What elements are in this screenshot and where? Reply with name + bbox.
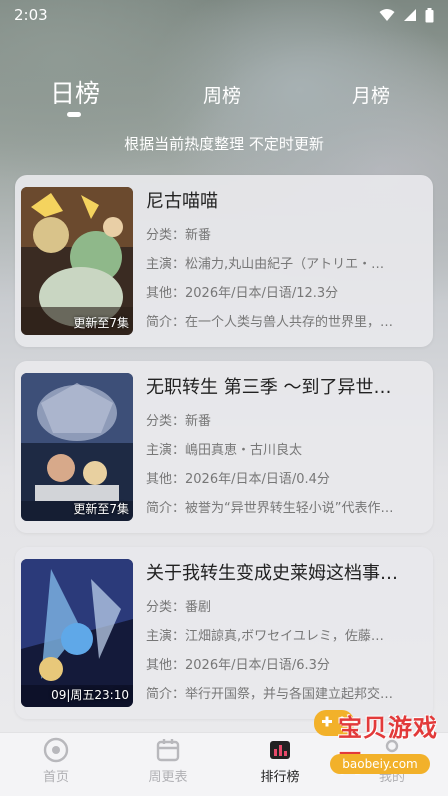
watermark-url: baobeiy.com	[330, 754, 430, 774]
status-icons	[379, 7, 434, 23]
wifi-icon	[379, 9, 395, 21]
nav-rank-label: 排行榜	[260, 770, 300, 785]
anime-cast: 主演：江畑諒真,ボワセイユレミ，佐藤…	[146, 629, 384, 644]
tab-daily[interactable]: 日榜	[50, 74, 100, 110]
nav-home[interactable]: 首页	[16, 737, 96, 785]
anime-title: 尼古喵喵	[146, 191, 218, 212]
anime-other-info: 其他：2026年/日本/日语/6.3分	[146, 658, 330, 673]
nav-schedule[interactable]: 周更表	[128, 737, 208, 785]
ranking-subtitle: 根据当前热度整理 不定时更新	[124, 135, 324, 153]
nav-schedule-label: 周更表	[148, 770, 188, 785]
anime-card[interactable]: 更新至7集 尼古喵喵 分类：新番 主演：松浦力,丸山由紀子（アトリエ・… 其他：…	[15, 175, 433, 347]
anime-category: 分类：新番	[146, 228, 212, 243]
anime-category: 分类：新番	[146, 414, 212, 429]
anime-summary: 简介：举行开国祭，并与各国建立起邦交…	[146, 687, 394, 702]
anime-category: 分类：番剧	[146, 600, 212, 615]
ranking-tabs: 日榜 周榜 月榜	[0, 76, 448, 116]
anime-cast: 主演：松浦力,丸山由紀子（アトリエ・…	[146, 257, 385, 272]
nav-home-label: 首页	[42, 770, 69, 785]
update-badge: 09|周五23:10	[51, 688, 129, 702]
active-tab-indicator	[67, 112, 81, 117]
anime-card[interactable]: 更新至7集 无职转生 第三季 ～到了异世… 分类：新番 主演：嶋田真恵・古川良太…	[15, 361, 433, 533]
status-time: 2:03	[14, 6, 48, 24]
battery-icon	[425, 7, 434, 22]
ranking-icon	[270, 741, 290, 759]
tab-weekly[interactable]: 周榜	[203, 81, 241, 108]
poster-image: 更新至7集	[21, 187, 133, 335]
home-icon	[43, 737, 69, 763]
update-badge: 更新至7集	[73, 502, 129, 516]
update-badge: 更新至7集	[73, 316, 129, 330]
anime-title: 无职转生 第三季 ～到了异世…	[146, 377, 392, 398]
tab-monthly[interactable]: 月榜	[352, 81, 390, 108]
anime-title: 关于我转生变成史莱姆这档事…	[146, 563, 398, 584]
anime-other-info: 其他：2026年/日本/日语/0.4分	[146, 472, 330, 487]
anime-other-info: 其他：2026年/日本/日语/12.3分	[146, 286, 339, 301]
nav-rank[interactable]: 排行榜	[240, 737, 320, 785]
signal-icon	[404, 9, 416, 21]
anime-cast: 主演：嶋田真恵・古川良太	[146, 443, 303, 458]
poster-image: 更新至7集	[21, 373, 133, 521]
anime-card[interactable]: 09|周五23:10 关于我转生变成史莱姆这档事… 分类：番剧 主演：江畑諒真,…	[15, 547, 433, 719]
poster-image: 09|周五23:10	[21, 559, 133, 707]
calendar-icon	[156, 739, 180, 762]
anime-summary: 简介：被誉为“异世界转生轻小说”代表作…	[146, 501, 394, 516]
watermark: 宝贝游戏网 baobeiy.com	[312, 702, 442, 778]
status-bar: 2:03	[0, 0, 448, 30]
anime-summary: 简介：在一个人类与兽人共存的世界里，…	[146, 315, 394, 330]
